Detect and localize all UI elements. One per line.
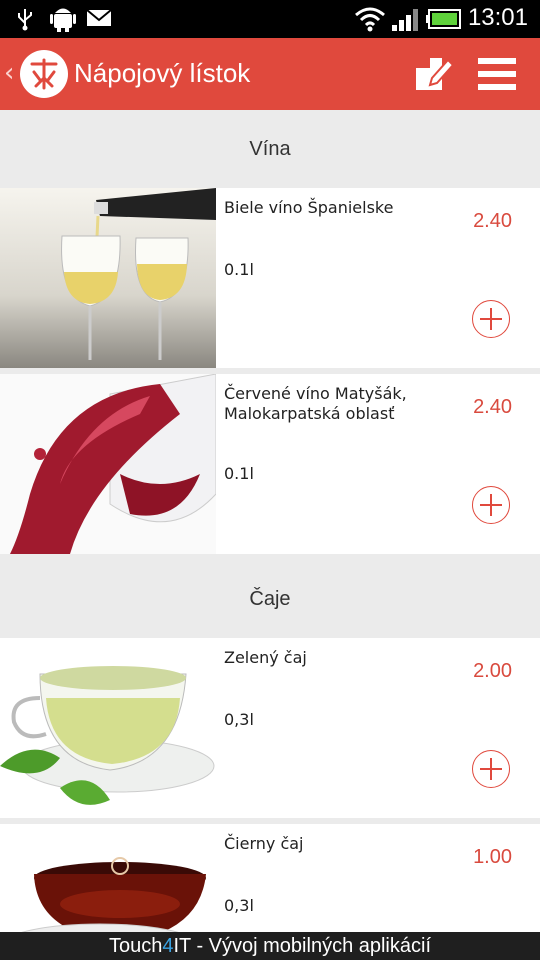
clock: 13:01 <box>467 4 528 31</box>
item-price: 2.40 <box>473 210 512 232</box>
item-volume: 0,3l <box>224 710 254 729</box>
item-name: Biele víno Španielske <box>224 198 394 217</box>
item-price: 2.40 <box>473 396 512 418</box>
section-header-teas: Čaje <box>0 560 540 638</box>
footer-brand-4: 4 <box>162 935 174 957</box>
drink-list[interactable]: Vína Biele víno Španielske 0.1l 2.40 Čer… <box>0 110 540 932</box>
add-plus-button[interactable] <box>472 486 510 524</box>
item-volume: 0.1l <box>224 464 254 483</box>
signal-icon <box>392 9 418 31</box>
item-price: 2.00 <box>473 660 512 682</box>
status-bar: 13:01 <box>0 0 540 38</box>
footer-brand-touch: Touch <box>109 935 163 957</box>
list-item[interactable]: Čierny čaj 0,3l 1.00 <box>0 824 540 932</box>
add-plus-button[interactable] <box>472 750 510 788</box>
usb-icon <box>18 9 32 31</box>
android-debug-icon <box>50 8 76 32</box>
section-header-wines: Vína <box>0 110 540 188</box>
list-item[interactable]: Zelený čaj 0,3l 2.00 <box>0 638 540 818</box>
black-tea-image <box>0 824 216 932</box>
list-item[interactable]: Biele víno Španielske 0.1l 2.40 <box>0 188 540 368</box>
page-title: Nápojový lístok <box>74 58 251 88</box>
action-bar: ‹ Nápojový lístok <box>0 38 540 110</box>
item-volume: 0,3l <box>224 896 254 915</box>
menu-icon[interactable] <box>478 56 518 92</box>
item-volume: 0.1l <box>224 260 254 279</box>
add-plus-button[interactable] <box>472 300 510 338</box>
footer-brand-rest: IT - Vývoj mobilných aplikácií <box>173 935 432 957</box>
wine-red-image <box>0 374 216 554</box>
battery-icon <box>426 9 461 29</box>
item-name: Čierny čaj <box>224 834 304 853</box>
edit-order-icon[interactable] <box>414 54 454 94</box>
item-price: 1.00 <box>473 846 512 868</box>
footer-banner[interactable]: Touch4IT - Vývoj mobilných aplikácií <box>0 932 540 960</box>
list-item[interactable]: Červené víno Matyšák, Malokarpatská obla… <box>0 374 540 554</box>
green-tea-image <box>0 638 216 818</box>
logo-icon <box>30 58 58 90</box>
app-logo[interactable] <box>20 50 68 98</box>
item-name: Zelený čaj <box>224 648 307 667</box>
wifi-icon <box>355 7 385 32</box>
wine-white-image <box>0 188 216 368</box>
back-chevron-icon[interactable]: ‹ <box>4 58 14 88</box>
mail-icon <box>86 9 112 26</box>
item-name: Červené víno Matyšák, Malokarpatská obla… <box>224 384 407 423</box>
